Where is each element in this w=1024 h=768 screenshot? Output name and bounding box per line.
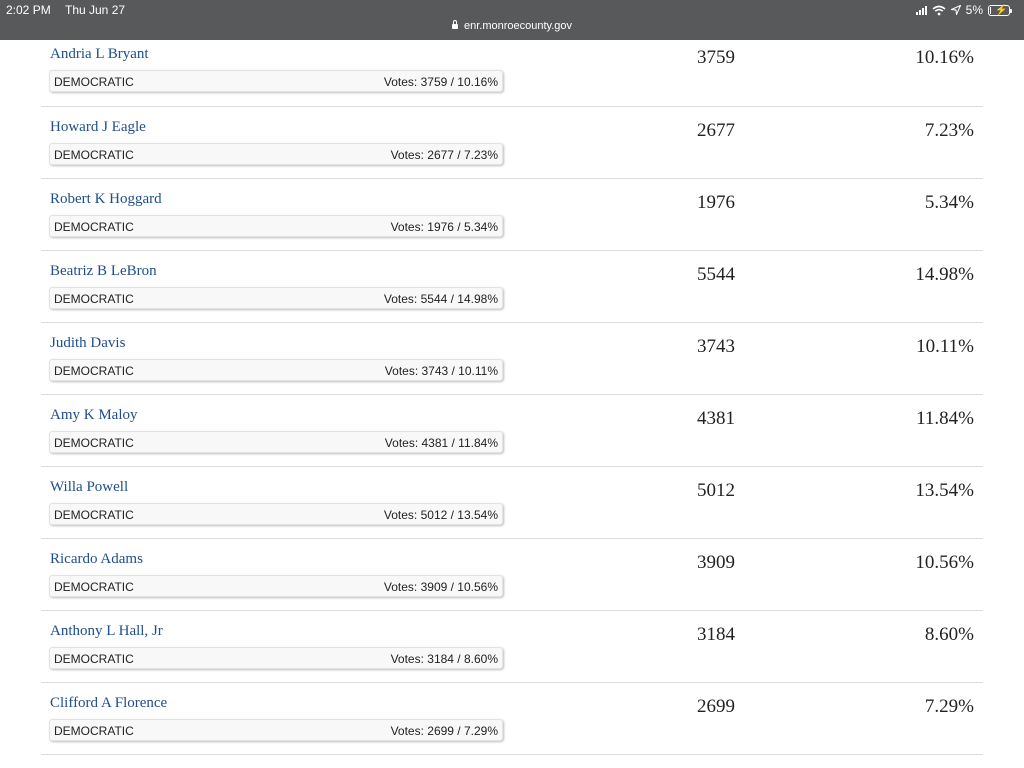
party-vote-bar: DEMOCRATIC Votes: 3759 / 10.16% — [49, 70, 503, 92]
status-indicators: 5% ⚡ — [915, 3, 1012, 17]
candidate-row: Willa Powell DEMOCRATIC Votes: 5012 / 13… — [41, 467, 983, 539]
candidate-results-list: Andria L Bryant DEMOCRATIC Votes: 3759 /… — [41, 34, 983, 755]
candidate-row: Robert K Hoggard DEMOCRATIC Votes: 1976 … — [41, 179, 983, 251]
party-label: DEMOCRATIC — [54, 580, 134, 594]
candidate-name-link[interactable]: Beatriz B LeBron — [50, 263, 157, 280]
vote-count: 2699 — [697, 696, 735, 717]
party-vote-bar: DEMOCRATIC Votes: 5012 / 13.54% — [49, 503, 503, 525]
candidate-row: Anthony L Hall, Jr DEMOCRATIC Votes: 318… — [41, 611, 983, 683]
candidate-name-link[interactable]: Clifford A Florence — [50, 695, 167, 712]
party-vote-bar: DEMOCRATIC Votes: 4381 / 11.84% — [49, 431, 503, 453]
party-label: DEMOCRATIC — [54, 364, 134, 378]
party-vote-bar: DEMOCRATIC Votes: 2699 / 7.29% — [49, 719, 503, 741]
candidate-row: Amy K Maloy DEMOCRATIC Votes: 4381 / 11.… — [41, 395, 983, 467]
party-vote-bar: DEMOCRATIC Votes: 1976 / 5.34% — [49, 215, 503, 237]
vote-count: 3743 — [697, 336, 735, 357]
candidate-name-link[interactable]: Ricardo Adams — [50, 551, 143, 568]
vote-count: 5012 — [697, 480, 735, 501]
location-icon — [950, 5, 961, 15]
party-label: DEMOCRATIC — [54, 724, 134, 738]
votes-summary: Votes: 1976 / 5.34% — [390, 220, 498, 234]
vote-count: 5544 — [697, 264, 735, 285]
vote-percent: 13.54% — [915, 480, 974, 501]
party-label: DEMOCRATIC — [54, 292, 134, 306]
votes-summary: Votes: 2677 / 7.23% — [390, 148, 498, 162]
battery-percent: 5% — [965, 3, 983, 17]
status-date: Thu Jun 27 — [65, 3, 126, 17]
vote-percent: 10.56% — [915, 552, 974, 573]
votes-summary: Votes: 4381 / 11.84% — [384, 436, 498, 450]
candidate-name-link[interactable]: Andria L Bryant — [50, 46, 149, 63]
candidate-row: Judith Davis DEMOCRATIC Votes: 3743 / 10… — [41, 323, 983, 395]
candidate-name-link[interactable]: Howard J Eagle — [50, 119, 146, 136]
vote-percent: 14.98% — [915, 264, 974, 285]
party-label: DEMOCRATIC — [54, 220, 134, 234]
party-label: DEMOCRATIC — [54, 75, 134, 89]
vote-percent: 5.34% — [924, 192, 974, 213]
vote-percent: 7.29% — [924, 696, 974, 717]
vote-count: 3184 — [697, 624, 735, 645]
candidate-row: Beatriz B LeBron DEMOCRATIC Votes: 5544 … — [41, 251, 983, 323]
vote-percent: 11.84% — [916, 408, 974, 429]
candidate-name-link[interactable]: Amy K Maloy — [50, 407, 138, 424]
vote-count: 3759 — [697, 47, 735, 68]
status-time: 2:02 PM — [6, 3, 51, 17]
vote-percent: 8.60% — [924, 624, 974, 645]
candidate-name-link[interactable]: Robert K Hoggard — [50, 191, 162, 208]
party-vote-bar: DEMOCRATIC Votes: 3184 / 8.60% — [49, 647, 503, 669]
battery-icon: ⚡ — [988, 4, 1012, 16]
candidate-row: Ricardo Adams DEMOCRATIC Votes: 3909 / 1… — [41, 539, 983, 611]
candidate-name-link[interactable]: Judith Davis — [50, 335, 125, 352]
votes-summary: Votes: 3743 / 10.11% — [384, 364, 498, 378]
candidate-row: Clifford A Florence DEMOCRATIC Votes: 26… — [41, 683, 983, 755]
votes-summary: Votes: 2699 / 7.29% — [390, 724, 498, 738]
party-vote-bar: DEMOCRATIC Votes: 3743 / 10.11% — [49, 359, 503, 381]
vote-count: 4381 — [697, 408, 735, 429]
candidate-name-link[interactable]: Willa Powell — [50, 479, 128, 496]
vote-percent: 7.23% — [924, 120, 974, 141]
address-bar[interactable]: enr.monroecounty.gov — [0, 20, 1024, 32]
votes-summary: Votes: 3909 / 10.56% — [383, 580, 498, 594]
votes-summary: Votes: 3184 / 8.60% — [390, 652, 498, 666]
vote-count: 3909 — [697, 552, 735, 573]
candidate-row: Andria L Bryant DEMOCRATIC Votes: 3759 /… — [41, 34, 983, 107]
candidate-name-link[interactable]: Anthony L Hall, Jr — [50, 623, 163, 640]
address-url: enr.monroecounty.gov — [463, 20, 573, 32]
browser-top-bar: 2:02 PM Thu Jun 27 5% ⚡ enr.monroecounty… — [0, 0, 1024, 40]
vote-count: 2677 — [697, 120, 735, 141]
votes-summary: Votes: 3759 / 10.16% — [383, 75, 498, 89]
wifi-icon — [932, 5, 946, 15]
candidate-row: Howard J Eagle DEMOCRATIC Votes: 2677 / … — [41, 107, 983, 179]
vote-percent: 10.16% — [915, 47, 974, 68]
party-label: DEMOCRATIC — [54, 148, 134, 162]
party-label: DEMOCRATIC — [54, 508, 134, 522]
party-vote-bar: DEMOCRATIC Votes: 2677 / 7.23% — [49, 143, 503, 165]
lock-icon — [451, 20, 458, 29]
vote-percent: 10.11% — [916, 336, 974, 357]
charging-bolt-icon: ⚡ — [995, 4, 1008, 16]
vote-count: 1976 — [697, 192, 735, 213]
party-label: DEMOCRATIC — [54, 436, 134, 450]
battery-fill — [990, 6, 991, 14]
votes-summary: Votes: 5012 / 13.54% — [383, 508, 498, 522]
party-vote-bar: DEMOCRATIC Votes: 5544 / 14.98% — [49, 287, 503, 309]
signal-icon — [915, 5, 927, 15]
party-vote-bar: DEMOCRATIC Votes: 3909 / 10.56% — [49, 575, 503, 597]
votes-summary: Votes: 5544 / 14.98% — [383, 292, 498, 306]
party-label: DEMOCRATIC — [54, 652, 134, 666]
